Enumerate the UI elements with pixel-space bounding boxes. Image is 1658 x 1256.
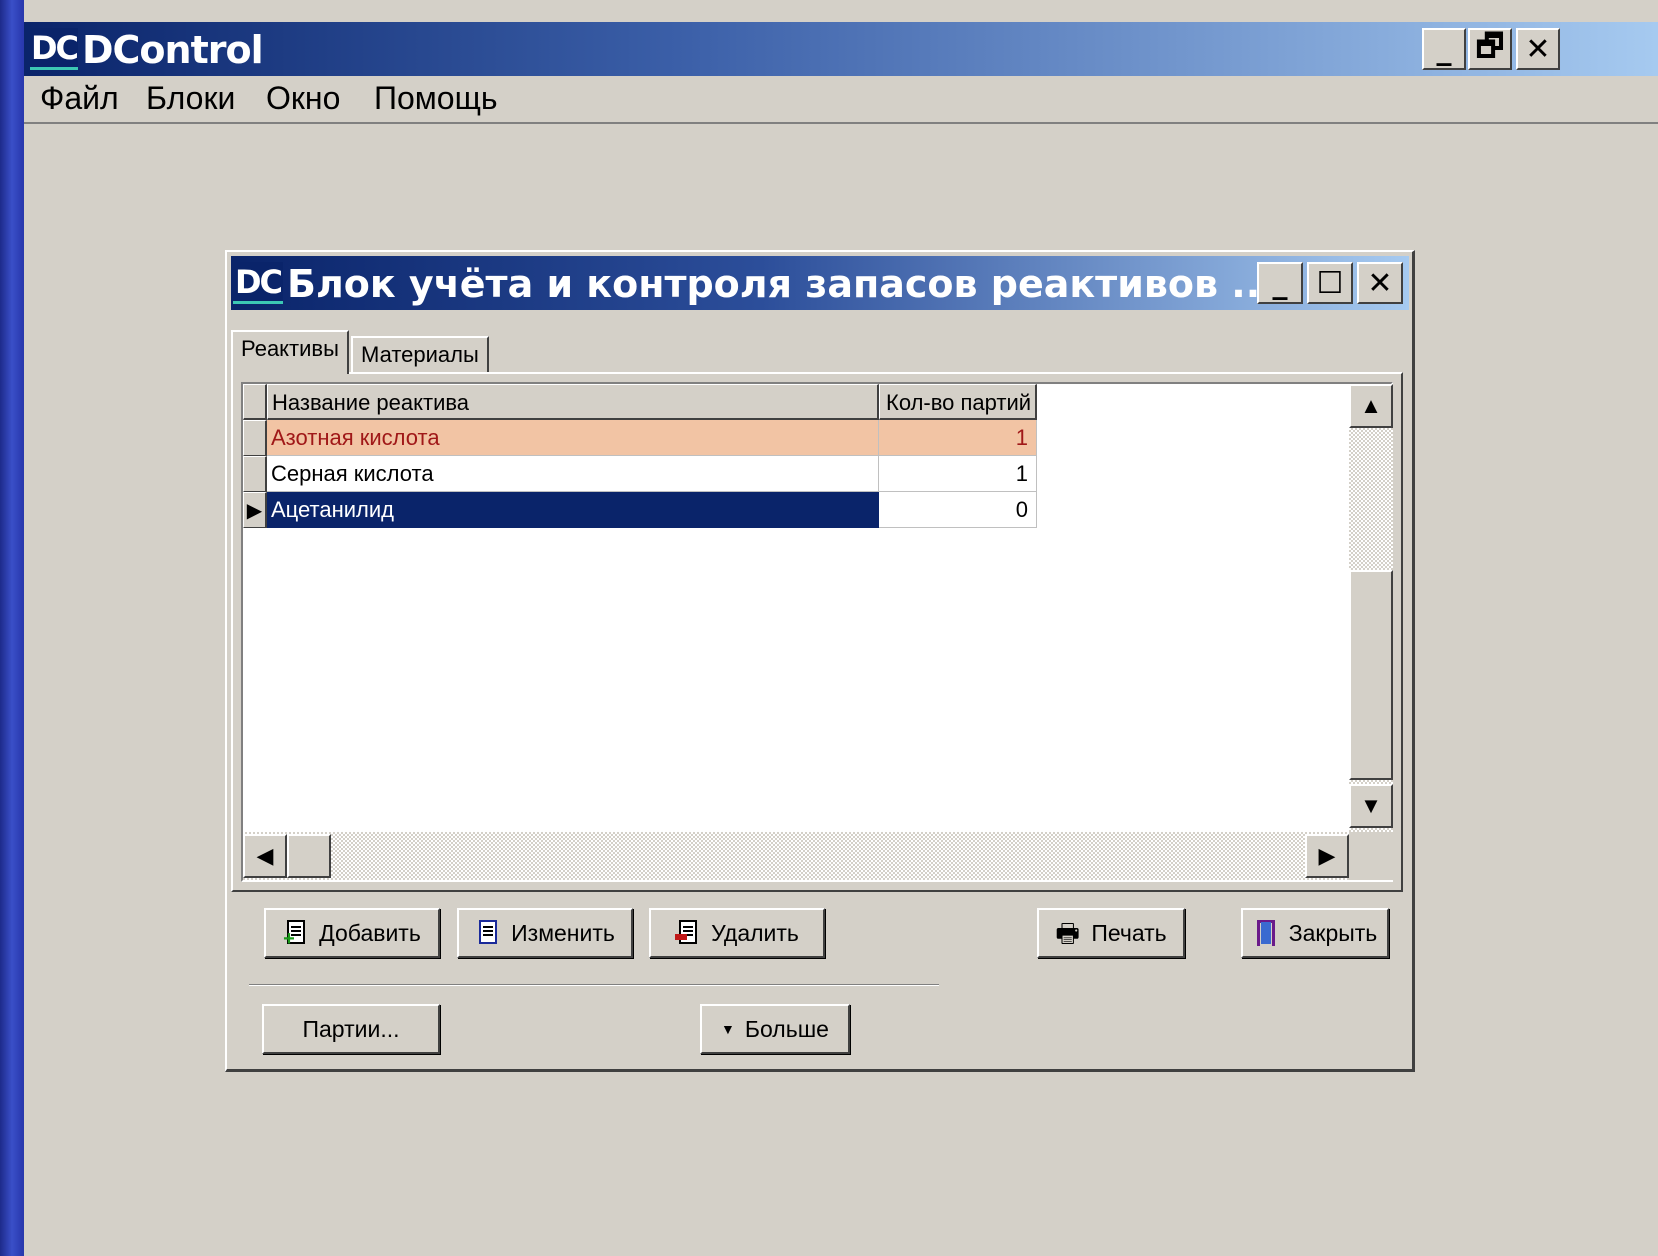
- tab-materials[interactable]: Материалы: [351, 336, 489, 374]
- table-row-name[interactable]: Азотная кислота: [267, 420, 879, 456]
- table-row-name[interactable]: Серная кислота: [267, 456, 879, 492]
- edit-button-label: Изменить: [511, 919, 615, 946]
- exit-door-icon: [1253, 918, 1279, 948]
- printer-icon: 🖶: [1055, 918, 1080, 948]
- menu-help[interactable]: Помощь: [374, 80, 498, 117]
- batches-button[interactable]: Партии...: [262, 1004, 440, 1054]
- reagents-grid[interactable]: Название реактива Кол-во партий Азотная …: [241, 382, 1393, 882]
- app-logo-icon: DC: [30, 28, 79, 70]
- vertical-scroll-thumb[interactable]: [1349, 570, 1393, 780]
- menu-blocks[interactable]: Блоки: [146, 80, 235, 117]
- close-form-button-label: Закрыть: [1288, 919, 1378, 946]
- close-form-button[interactable]: Закрыть: [1241, 908, 1389, 958]
- minimize-button[interactable]: _: [1422, 28, 1466, 70]
- child-title: Блок учёта и контроля запасов реактивов …: [287, 262, 1275, 306]
- app-title: DControl: [82, 28, 264, 72]
- separator: [249, 984, 939, 986]
- child-minimize-button[interactable]: _: [1257, 262, 1303, 304]
- scroll-corner: [1349, 832, 1393, 880]
- grid-corner: [243, 384, 267, 420]
- main-title-bar[interactable]: DC DControl _ 🗗 ✕: [24, 22, 1658, 76]
- edit-button[interactable]: Изменить: [457, 908, 633, 958]
- more-button-label: Больше: [744, 1015, 829, 1042]
- tab-panel: Название реактива Кол-во партий Азотная …: [231, 372, 1403, 892]
- more-button[interactable]: ▼ Больше: [700, 1004, 850, 1054]
- child-logo-icon: DC: [233, 262, 283, 304]
- menu-window[interactable]: Окно: [266, 80, 340, 117]
- chevron-down-icon: ▼: [721, 1021, 735, 1037]
- current-row-arrow-icon[interactable]: ▶: [243, 492, 267, 528]
- add-doc-icon: +: [283, 918, 309, 949]
- edit-doc-icon: [475, 918, 501, 948]
- table-row-count[interactable]: 1: [879, 420, 1037, 456]
- batches-button-label: Партии...: [302, 1015, 400, 1042]
- scroll-right-icon[interactable]: ▶: [1305, 834, 1349, 878]
- delete-button[interactable]: Удалить: [649, 908, 825, 958]
- delete-doc-icon: [675, 918, 701, 948]
- menu-bar: Файл Блоки Окно Помощь: [24, 76, 1658, 124]
- row-indicator[interactable]: [243, 420, 267, 456]
- reagents-window: DC Блок учёта и контроля запасов реактив…: [225, 250, 1415, 1072]
- horizontal-scroll-thumb[interactable]: [287, 834, 331, 878]
- child-close-button[interactable]: ✕: [1357, 262, 1403, 304]
- menu-file[interactable]: Файл: [40, 80, 119, 117]
- table-row-count[interactable]: 1: [879, 456, 1037, 492]
- table-row-count[interactable]: 0: [879, 492, 1037, 528]
- add-button-label: Добавить: [319, 919, 421, 946]
- scroll-left-icon[interactable]: ◀: [243, 834, 287, 878]
- column-header-count[interactable]: Кол-во партий: [879, 384, 1037, 420]
- vertical-scrollbar[interactable]: ▲ ▼: [1349, 384, 1393, 832]
- delete-button-label: Удалить: [711, 919, 799, 946]
- row-indicator[interactable]: [243, 456, 267, 492]
- column-header-name[interactable]: Название реактива: [267, 384, 879, 420]
- restore-button[interactable]: 🗗: [1468, 28, 1512, 70]
- add-button[interactable]: + Добавить: [264, 908, 440, 958]
- close-button[interactable]: ✕: [1516, 28, 1560, 70]
- child-maximize-button[interactable]: ☐: [1307, 262, 1353, 304]
- scroll-down-icon[interactable]: ▼: [1349, 784, 1393, 828]
- tab-reagents[interactable]: Реактивы: [231, 330, 349, 374]
- scroll-up-icon[interactable]: ▲: [1349, 384, 1393, 428]
- child-title-bar[interactable]: DC Блок учёта и контроля запасов реактив…: [231, 256, 1409, 310]
- horizontal-scrollbar[interactable]: ◀ ▶: [243, 832, 1349, 880]
- print-button-label: Печать: [1091, 919, 1167, 946]
- print-button[interactable]: 🖶 Печать: [1037, 908, 1185, 958]
- table-row-name[interactable]: Ацетанилид: [267, 492, 879, 528]
